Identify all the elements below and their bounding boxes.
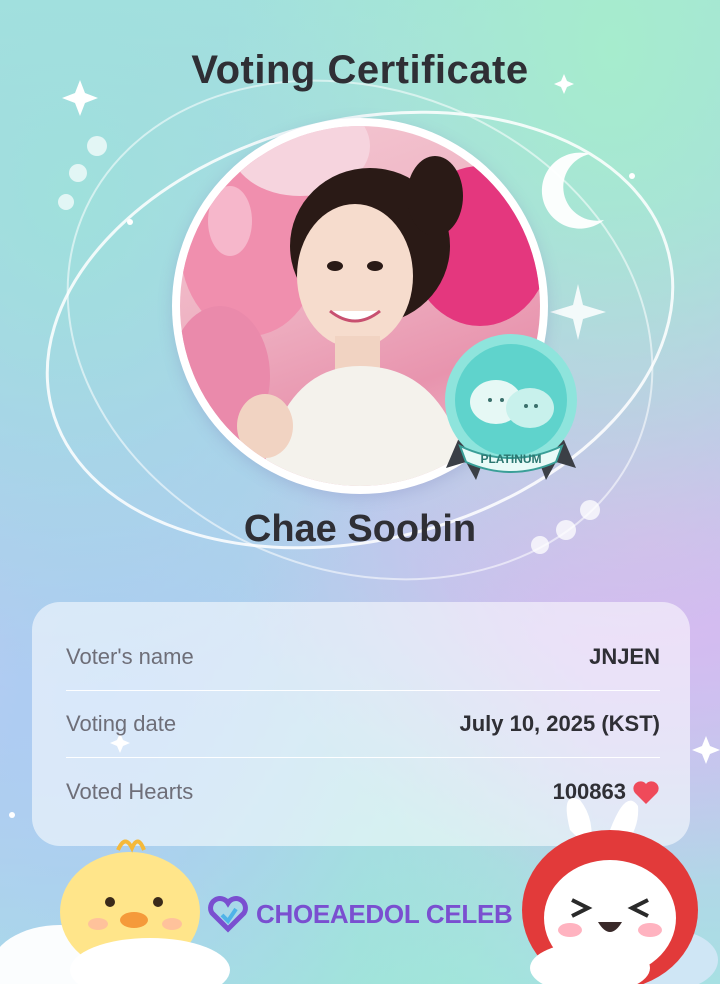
voting-date-row: Voting date July 10, 2025 (KST) — [66, 691, 660, 758]
brand-logo: CHOEAEDOL CELEB — [206, 894, 513, 934]
brand-name: CHOEAEDOL CELEB — [256, 898, 513, 929]
brand-logo-icon — [208, 896, 248, 933]
platinum-badge-icon: PLATINUM — [445, 334, 577, 480]
voter-name-value: JNJEN — [589, 644, 660, 669]
bunny-character — [522, 798, 718, 984]
voting-date-value: July 10, 2025 (KST) — [459, 711, 660, 736]
idol-name: Chae Soobin — [243, 508, 477, 550]
badge-label: PLATINUM — [480, 452, 541, 466]
voter-name-row: Voter's name JNJEN — [66, 624, 660, 691]
voter-name-label: Voter's name — [66, 644, 194, 669]
page-title: Voting Certificate — [191, 48, 529, 92]
chick-character — [0, 839, 230, 984]
voted-hearts-label: Voted Hearts — [66, 778, 194, 804]
voting-date-label: Voting date — [66, 711, 177, 736]
